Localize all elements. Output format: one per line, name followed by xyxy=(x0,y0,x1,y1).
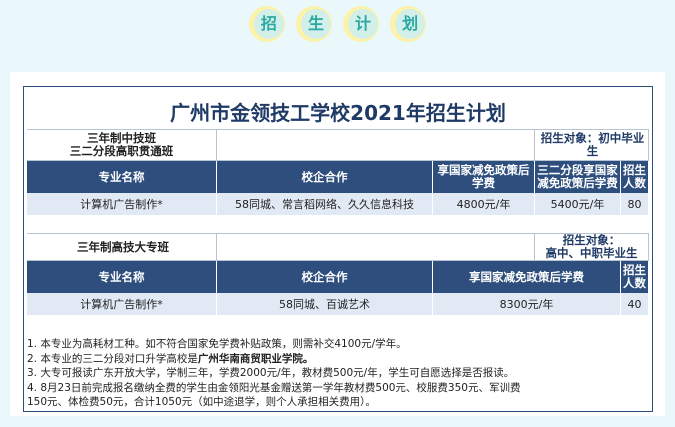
col-partners: 校企合作 xyxy=(217,261,433,293)
section1-class-name: 三年制中技班 三二分段高职贯通班 xyxy=(27,130,217,160)
cell-partners: 58同城、常言稻网络、久久信息科技 xyxy=(217,193,433,215)
cell-major: 计算机广告制作* xyxy=(27,293,217,315)
badge-3: 计 xyxy=(343,6,380,42)
cell-partners: 58同城、百诚艺术 xyxy=(217,293,433,315)
cell-fee-3-2: 5400元/年 xyxy=(535,193,621,215)
col-major: 专业名称 xyxy=(27,261,217,293)
section1-header-row: 专业名称 校企合作 享国家减免政策后学费 三二分段享国家减免政策后学费 招生人数 xyxy=(27,161,649,193)
note-4-line1: 4. 8月23日前完成报名缴纳全费的学生由金领阳光基金赠送第一学年教材费500元… xyxy=(27,381,521,394)
section2-header-row: 专业名称 校企合作 享国家减免政策后学费 招生人数 xyxy=(27,261,649,293)
page-title: 广州市金领技工学校2021年招生计划 xyxy=(170,101,506,125)
note-1: 1. 本专业为高耗材工种。如不符合国家免学费补贴政策，则需补交4100元/学年。 xyxy=(27,338,407,350)
table-row: 计算机广告制作* 58同城、百诚艺术 8300元/年 40 xyxy=(27,293,649,315)
col-fee: 享国家减免政策后学费 xyxy=(433,161,535,193)
col-fee: 享国家减免政策后学费 xyxy=(433,261,621,293)
cell-fee: 8300元/年 xyxy=(433,293,621,315)
badge-1: 招 xyxy=(248,6,285,42)
section-secondary-vocational: 三年制中技班 三二分段高职贯通班 招生对象：初中毕业生 专业名称 校企合作 享国… xyxy=(27,129,649,215)
col-count: 招生人数 xyxy=(621,261,649,293)
section2-spacer xyxy=(217,234,535,260)
content-panel: 广州市金领技工学校2021年招生计划 三年制中技班 三二分段高职贯通班 招生对象… xyxy=(10,72,665,416)
section1-spacer xyxy=(217,130,535,160)
badge-2: 生 xyxy=(295,6,332,42)
section1-target: 招生对象：初中毕业生 xyxy=(535,130,649,160)
cell-count: 80 xyxy=(621,193,649,215)
plan-frame: 广州市金领技工学校2021年招生计划 三年制中技班 三二分段高职贯通班 招生对象… xyxy=(23,86,653,412)
badge-4: 划 xyxy=(390,6,427,42)
section-higher-technical: 三年制高技大专班 招生对象： 高中、中职毕业生 专业名称 校企合作 享国家减免政… xyxy=(27,233,649,315)
col-partners: 校企合作 xyxy=(217,161,433,193)
cell-count: 40 xyxy=(621,293,649,315)
notes: 1. 本专业为高耗材工种。如不符合国家免学费补贴政策，则需补交4100元/学年。… xyxy=(27,337,649,410)
section2-intro-row: 三年制高技大专班 招生对象： 高中、中职毕业生 xyxy=(27,233,649,261)
note-3: 3. 大专可报读广东开放大学，学制三年，学费2000元/年，教材费500元/年，… xyxy=(27,367,515,379)
col-fee-3-2: 三二分段享国家减免政策后学费 xyxy=(535,161,621,193)
note-2: 2. 本专业的三二分段对口升学高校是广州华南商贸职业学院。 xyxy=(27,352,314,365)
note-2-college: 广州华南商贸职业学院。 xyxy=(197,352,314,365)
table-row: 计算机广告制作* 58同城、常言稻网络、久久信息科技 4800元/年 5400元… xyxy=(27,193,649,215)
section2-class-name: 三年制高技大专班 xyxy=(27,234,217,260)
section1-intro-row: 三年制中技班 三二分段高职贯通班 招生对象：初中毕业生 xyxy=(27,129,649,161)
cell-major: 计算机广告制作* xyxy=(27,193,217,215)
cell-fee: 4800元/年 xyxy=(433,193,535,215)
section2-target: 招生对象： 高中、中职毕业生 xyxy=(535,234,649,260)
header-badges: 招 生 计 划 xyxy=(0,6,675,50)
note-4-line2: 150元、体检费50元，合计1050元（如中途退学，则个人承担相关费用）。 xyxy=(27,396,376,408)
col-count: 招生人数 xyxy=(621,161,649,193)
col-major: 专业名称 xyxy=(27,161,217,193)
